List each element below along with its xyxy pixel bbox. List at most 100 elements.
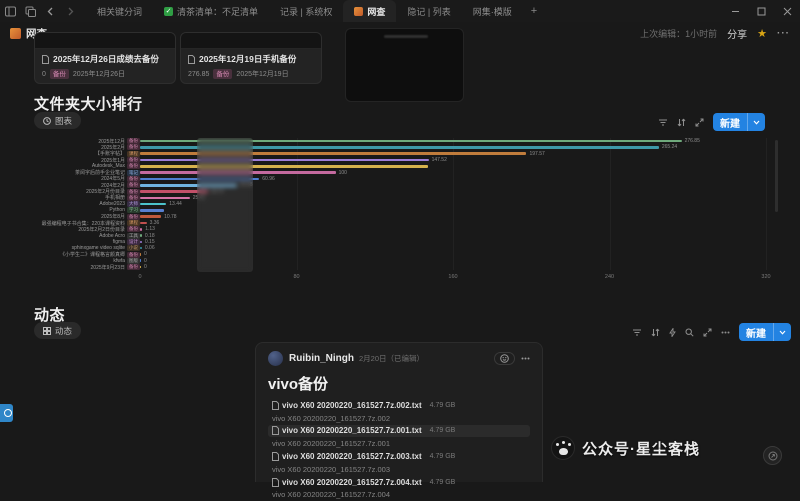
bar[interactable] (140, 222, 147, 225)
tab-4[interactable]: 隐记 | 列表 (396, 0, 461, 22)
file-link[interactable]: vivo X60 20200220_161527.7z.003.txt4.79 … (272, 452, 455, 461)
file-row[interactable]: vivo X60 20200220_161527.7z.004.txt4.79 … (268, 476, 530, 489)
titlebar: 相关键分词✓清茶清单：不足清单记录 | 系统权 网查隐记 | 列表网集·模版 + (0, 0, 800, 22)
tab-label: 网查 (367, 5, 385, 18)
bar[interactable] (140, 228, 142, 231)
bar[interactable] (140, 266, 141, 269)
bar[interactable] (140, 159, 429, 162)
new-button[interactable]: 新建 (713, 113, 765, 131)
gallery-view-icon (43, 327, 51, 335)
search-icon[interactable] (685, 328, 694, 337)
row-tag: 备份 (127, 195, 140, 201)
view-tab-chart[interactable]: 图表 (34, 112, 81, 129)
file-link[interactable]: vivo X60 20200220_161527.7z.002.txt4.79 … (272, 401, 455, 410)
row-tag: 备份 (127, 252, 140, 258)
paw-logo-icon (551, 436, 575, 460)
file-row[interactable]: vivo X60 20200220_161527.7z.001 (268, 437, 530, 450)
floating-badge-button[interactable] (763, 446, 782, 465)
activity-feed-card[interactable]: Ruibin_Ningh 2月20日（已编辑） vivo备份 vivo X60 … (255, 342, 543, 482)
minimize-icon[interactable] (722, 0, 748, 22)
sidebar-toggle-icon[interactable] (0, 0, 20, 22)
row-tag: 工具 (127, 233, 140, 239)
bar-value-label: 100 (339, 170, 347, 176)
bar-value-label: 147.52 (432, 157, 447, 163)
file-row[interactable]: vivo X60 20200220_161527.7z.002 (268, 412, 530, 425)
more-menu-icon[interactable]: ··· (777, 28, 790, 39)
file-row[interactable]: vivo X60 20200220_161527.7z.001.txt4.79 … (268, 425, 530, 438)
bar[interactable] (140, 165, 428, 168)
new-tab-button[interactable]: + (523, 5, 545, 17)
bar[interactable] (140, 259, 141, 262)
tab-1[interactable]: ✓清茶清单：不足清单 (153, 0, 269, 22)
card-title: 2025年12月26日成绩去备份 (53, 53, 159, 65)
floating-side-widget[interactable] (0, 404, 13, 422)
tab-strip: 相关键分词✓清茶清单：不足清单记录 | 系统权 网查隐记 | 列表网集·模版 (86, 0, 523, 22)
tab-2[interactable]: 记录 | 系统权 (269, 0, 343, 22)
favorite-star-icon[interactable]: ★ (757, 27, 767, 40)
bar[interactable] (140, 203, 166, 206)
sort-icon[interactable] (677, 118, 686, 127)
feed-post-title[interactable]: vivo备份 (268, 373, 530, 394)
tab-label: 清茶清单：不足清单 (177, 5, 258, 18)
more-icon[interactable] (721, 331, 730, 334)
more-icon[interactable] (521, 357, 530, 360)
chart-scrollbar[interactable] (775, 140, 778, 212)
x-axis-tick: 320 (761, 274, 770, 280)
file-row[interactable]: vivo X60 20200220_161527.7z.003.txt4.79 … (268, 450, 530, 463)
x-axis-tick: 0 (138, 274, 141, 280)
card-count: 276.85 (188, 71, 209, 78)
view-tab-activity[interactable]: 动态 (34, 322, 81, 339)
bar[interactable] (140, 241, 142, 244)
chevron-down-icon[interactable] (773, 323, 791, 341)
gallery-card[interactable]: 2025年12月26日成绩去备份 0 备份 2025年12月26日 (34, 32, 176, 84)
feed-timestamp: 2月20日（已编辑） (359, 353, 424, 364)
tab-5[interactable]: 网集·模版 (462, 0, 523, 22)
expand-icon[interactable] (703, 328, 712, 337)
forward-icon[interactable] (60, 0, 80, 22)
row-tag: 设计 (127, 239, 140, 245)
file-link[interactable]: vivo X60 20200220_161527.7z.004.txt4.79 … (272, 478, 455, 487)
bar-value-label: 0.18 (145, 233, 155, 239)
avatar (268, 351, 283, 366)
tabs-overview-icon[interactable] (20, 0, 40, 22)
tab-label: 网集·模版 (473, 5, 512, 18)
add-reaction-button[interactable] (494, 352, 515, 365)
close-icon[interactable] (774, 0, 800, 22)
bar[interactable] (140, 234, 142, 237)
gallery-card[interactable]: 2025年12月19日手机备份 276.85 备份 2025年12月19日 (180, 32, 322, 84)
filter-icon[interactable] (632, 328, 642, 337)
back-icon[interactable] (40, 0, 60, 22)
new-button[interactable]: 新建 (739, 323, 791, 341)
card-date: 2025年12月26日 (73, 69, 125, 79)
row-name: figma (113, 239, 125, 245)
chevron-down-icon[interactable] (747, 113, 765, 131)
bolt-icon[interactable] (669, 328, 676, 337)
file-row[interactable]: vivo X60 20200220_161527.7z.004 (268, 489, 530, 501)
tab-3[interactable]: 网查 (343, 0, 396, 22)
folder-size-bar-chart: 2025年12月备份276.852025年2月备份265.24【手账字帖】课程1… (34, 138, 766, 286)
row-name: Adobe2023 (99, 201, 125, 207)
filter-icon[interactable] (658, 118, 668, 127)
x-axis-tick: 160 (448, 274, 457, 280)
bar[interactable] (140, 253, 141, 256)
bar[interactable] (140, 209, 164, 212)
maximize-icon[interactable] (748, 0, 774, 22)
file-row[interactable]: vivo X60 20200220_161527.7z.003 (268, 463, 530, 476)
bar[interactable] (140, 197, 190, 200)
gallery-card-image-only[interactable] (345, 28, 464, 102)
row-label: 2025年9月23日备份 (34, 264, 140, 271)
tab-0[interactable]: 相关键分词 (86, 0, 153, 22)
watermark: 公众号·星尘客栈 (551, 436, 700, 460)
expand-icon[interactable] (695, 118, 704, 127)
bar-value-label: 3.36 (150, 220, 160, 226)
file-icon (272, 478, 279, 487)
file-size: 4.79 GB (430, 453, 456, 460)
sort-icon[interactable] (651, 328, 660, 337)
bar-value-label: 0 (144, 251, 147, 257)
share-button[interactable]: 分享 (727, 26, 747, 41)
bar[interactable] (140, 247, 142, 250)
window-controls (722, 0, 800, 22)
file-row[interactable]: vivo X60 20200220_161527.7z.002.txt4.79 … (268, 399, 530, 412)
bar[interactable] (140, 215, 161, 218)
file-link[interactable]: vivo X60 20200220_161527.7z.001.txt4.79 … (272, 426, 455, 435)
